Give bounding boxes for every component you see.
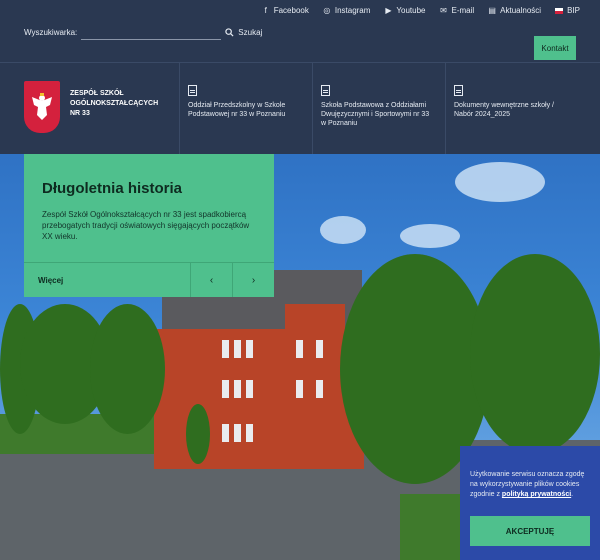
slide-title: Długoletnia historia — [42, 180, 183, 197]
school-building — [154, 329, 364, 469]
next-slide-button[interactable]: › — [232, 263, 274, 297]
email-link[interactable]: ✉ E-mail — [440, 5, 474, 15]
main-nav: ZESPÓŁ SZKÓŁ OGÓLNOKSZTAŁCĄCYCH NR 33 Od… — [0, 62, 600, 155]
chevron-left-icon: ‹ — [209, 274, 214, 286]
facebook-icon: f — [264, 5, 267, 15]
eagle-emblem-icon — [24, 81, 60, 133]
search-button[interactable]: Szukaj — [225, 28, 262, 37]
social-links: f Facebook ◎ Instagram ▶ Youtube ✉ E-mail ▤ A… — [262, 6, 580, 15]
youtube-link[interactable]: ▶ Youtube — [384, 6, 425, 15]
tree — [186, 404, 210, 464]
document-icon — [321, 85, 330, 96]
flag-icon — [555, 7, 564, 14]
nav-item-internal-documents[interactable]: Dokumenty wewnętrzne szkoły / Nabór 2024… — [446, 63, 579, 155]
privacy-policy-link[interactable]: polityką prywatności — [502, 491, 571, 498]
instagram-link[interactable]: ◎ Instagram — [323, 5, 370, 15]
instagram-icon: ◎ — [323, 5, 331, 15]
white-eagle-icon — [32, 93, 52, 120]
slide-controls: Więcej ‹ › — [24, 262, 274, 297]
nav-item-primary-school[interactable]: Szkoła Podstawowa z Oddziałami Dwujęzycz… — [313, 63, 446, 155]
search-form: Wyszukiwarka: Szukaj — [24, 24, 262, 40]
accept-cookies-button[interactable]: AKCEPTUJĘ — [470, 516, 590, 546]
school-logo-link[interactable]: ZESPÓŁ SZKÓŁ OGÓLNOKSZTAŁCĄCYCH NR 33 — [0, 63, 180, 155]
nav-item-preschool[interactable]: Oddział Przedszkolny w Szkole Podstawowe… — [180, 63, 313, 155]
cloud — [400, 224, 460, 248]
contact-button[interactable]: Kontakt — [534, 36, 576, 60]
search-label: Wyszukiwarka: — [24, 27, 78, 37]
tree — [470, 254, 600, 454]
more-link[interactable]: Więcej — [24, 263, 190, 297]
school-name: ZESPÓŁ SZKÓŁ OGÓLNOKSZTAŁCĄCYCH NR 33 — [70, 90, 159, 117]
bip-link[interactable]: BIP — [555, 6, 580, 15]
hero-slide-card: Długoletnia historia Zespół Szkół Ogólno… — [24, 154, 274, 297]
news-link[interactable]: ▤ Aktualności — [488, 6, 541, 15]
search-icon — [225, 27, 234, 37]
facebook-link[interactable]: f Facebook — [262, 6, 309, 15]
top-bar: f Facebook ◎ Instagram ▶ Youtube ✉ E-mail ▤ A… — [0, 0, 600, 62]
tree — [90, 304, 165, 434]
cloud — [455, 162, 545, 202]
cookie-banner: Użytkowanie serwisu oznacza zgodę na wyk… — [460, 446, 600, 560]
search-input[interactable] — [81, 24, 222, 40]
prev-slide-button[interactable]: ‹ — [190, 263, 232, 297]
cookie-text: Użytkowanie serwisu oznacza zgodę na wyk… — [470, 471, 585, 498]
document-icon — [454, 85, 463, 96]
youtube-icon: ▶ — [385, 5, 392, 15]
slide-text: Zespół Szkół Ogólnokształcących nr 33 je… — [42, 210, 250, 241]
cloud — [320, 216, 366, 244]
mail-icon: ✉ — [440, 5, 447, 15]
document-icon — [188, 85, 197, 96]
chevron-right-icon: › — [251, 274, 256, 286]
news-icon: ▤ — [488, 5, 496, 15]
